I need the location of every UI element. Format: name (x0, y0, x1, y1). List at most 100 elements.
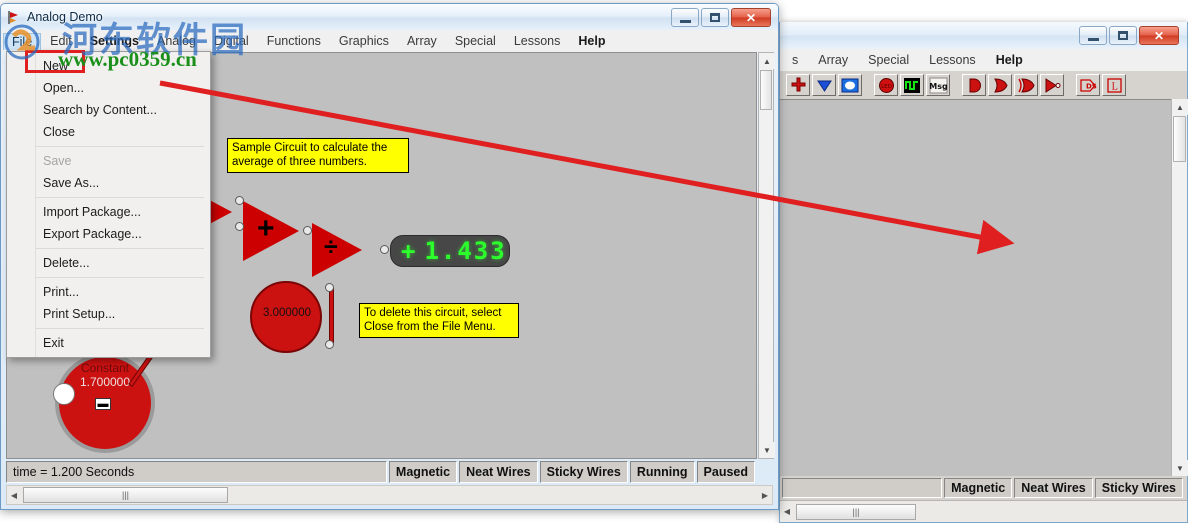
analog-demo-window[interactable]: Analog Demo ✕ File Edit Settings Analog … (0, 3, 779, 510)
main-menubar[interactable]: File Edit Settings Analog Digital Functi… (1, 30, 778, 52)
scroll-up-icon[interactable]: ▲ (759, 53, 775, 69)
menu-item-help[interactable]: Help (986, 51, 1033, 69)
dial-handle[interactable] (53, 383, 75, 405)
scroll-down-icon[interactable]: ▼ (759, 442, 775, 458)
close-button[interactable]: ✕ (1139, 26, 1179, 45)
scroll-up-icon[interactable]: ▲ (1172, 99, 1188, 115)
menu-item-exit[interactable]: Exit (7, 332, 210, 354)
timing-icon[interactable] (900, 74, 924, 96)
display-icon[interactable] (838, 74, 862, 96)
menu-item-file[interactable]: File (3, 32, 42, 50)
status-cell-paused[interactable]: Paused (696, 461, 755, 483)
maximize-button[interactable] (1109, 26, 1137, 45)
menu-item-open[interactable]: Open... (7, 77, 210, 99)
sticky-note-delete-hint[interactable]: To delete this circuit, select Close fro… (359, 303, 519, 338)
menu-item-settings[interactable]: Settings (81, 32, 148, 50)
scrollbar-thumb[interactable] (760, 70, 772, 110)
connector-port[interactable] (325, 283, 334, 292)
close-button[interactable]: ✕ (731, 8, 771, 27)
play-flag-icon (7, 10, 22, 25)
note-line-2: Close from the File Menu. (364, 321, 496, 333)
numeric-display[interactable]: + 1.433 (390, 235, 510, 267)
connector-port[interactable] (235, 196, 244, 205)
file-menu-dropdown[interactable]: New Open... Search by Content... Close S… (6, 51, 211, 358)
maximize-button[interactable] (701, 8, 729, 27)
add-icon[interactable] (786, 74, 810, 96)
status-cell-magnetic[interactable]: Magnetic (388, 461, 458, 483)
background-window-controls[interactable]: ✕ (1079, 26, 1179, 45)
background-menubar[interactable]: s Array Special Lessons Help (780, 49, 1187, 71)
menu-item-close[interactable]: Close (7, 121, 210, 143)
scrollbar-thumb[interactable] (1173, 116, 1186, 162)
or-gate-icon[interactable] (1014, 74, 1038, 96)
menu-separator (36, 277, 204, 278)
hscrollbar-thumb[interactable]: ||| (796, 503, 916, 520)
window-controls[interactable]: ✕ (671, 8, 771, 27)
not-gate-icon[interactable] (1040, 74, 1064, 96)
background-horizontal-scrollbar[interactable]: ◀ ||| (780, 500, 1187, 522)
background-toolbar[interactable]: LED Msg DS L (780, 71, 1187, 99)
buffer-gate-icon[interactable] (962, 74, 986, 96)
dial-decrement-button[interactable]: ▬ (95, 398, 111, 410)
connector-port[interactable] (303, 226, 312, 235)
wire-segment[interactable] (329, 288, 334, 343)
scroll-left-icon[interactable]: ◀ (7, 491, 21, 500)
menu-item-print-setup[interactable]: Print Setup... (7, 303, 210, 325)
menu-item-search-by-content[interactable]: Search by Content... (7, 99, 210, 121)
minimize-button[interactable] (1079, 26, 1107, 45)
status-cell-magnetic[interactable]: Magnetic (944, 478, 1013, 498)
status-cell-sticky-wires[interactable]: Sticky Wires (1094, 478, 1183, 498)
menu-item-delete[interactable]: Delete... (7, 252, 210, 274)
message-icon[interactable]: Msg (926, 74, 950, 96)
connector-port[interactable] (235, 222, 244, 231)
connector-port[interactable] (380, 245, 389, 254)
connector-port[interactable] (325, 340, 334, 349)
sticky-note-description[interactable]: Sample Circuit to calculate the average … (227, 138, 409, 173)
triangle-down-icon[interactable] (812, 74, 836, 96)
menu-item-truncated[interactable]: s (782, 51, 808, 69)
menu-item-array[interactable]: Array (398, 32, 446, 50)
scroll-left-icon[interactable]: ◀ (780, 507, 794, 516)
note-line-2: average of three numbers. (232, 156, 367, 168)
menu-item-export-package[interactable]: Export Package... (7, 223, 210, 245)
minimize-button[interactable] (671, 8, 699, 27)
status-cell-sticky-wires[interactable]: Sticky Wires (539, 461, 628, 483)
menu-item-lessons[interactable]: Lessons (919, 51, 986, 69)
annotation-highlight-box (25, 50, 85, 73)
status-cell-running[interactable]: Running (629, 461, 695, 483)
menu-item-graphics[interactable]: Graphics (330, 32, 398, 50)
canvas-horizontal-scrollbar[interactable]: ◀ ||| ▶ (6, 485, 773, 505)
svg-text:L: L (1111, 82, 1117, 92)
svg-text:LED: LED (881, 84, 892, 90)
background-window-titlebar[interactable]: ✕ (780, 22, 1187, 49)
status-cell-neat-wires[interactable]: Neat Wires (1014, 478, 1093, 498)
background-window[interactable]: ✕ s Array Special Lessons Help LED Msg D… (779, 22, 1188, 523)
ds-icon[interactable]: DS (1076, 74, 1100, 96)
window-titlebar[interactable]: Analog Demo ✕ (1, 4, 778, 30)
scroll-right-icon[interactable]: ▶ (758, 491, 772, 500)
menu-item-analog[interactable]: Analog (148, 32, 205, 50)
canvas-vertical-scrollbar[interactable]: ▲ ▼ (758, 52, 775, 459)
menu-separator (36, 248, 204, 249)
menu-item-print[interactable]: Print... (7, 281, 210, 303)
menu-item-save-as[interactable]: Save As... (7, 172, 210, 194)
status-cell-neat-wires[interactable]: Neat Wires (459, 461, 538, 483)
hscrollbar-thumb[interactable]: ||| (23, 487, 228, 503)
led-icon[interactable]: LED (874, 74, 898, 96)
menu-item-lessons[interactable]: Lessons (505, 32, 570, 50)
background-canvas[interactable] (780, 99, 1187, 476)
menu-item-import-package[interactable]: Import Package... (7, 201, 210, 223)
menu-item-special[interactable]: Special (446, 32, 505, 50)
latch-icon[interactable]: L (1102, 74, 1126, 96)
menu-item-help[interactable]: Help (569, 32, 614, 50)
menu-item-functions[interactable]: Functions (258, 32, 330, 50)
svg-text:DS: DS (1086, 82, 1097, 90)
background-vertical-scrollbar[interactable]: ▲ ▼ (1171, 99, 1188, 476)
scroll-down-icon[interactable]: ▼ (1172, 460, 1188, 476)
menu-item-edit[interactable]: Edit (41, 32, 81, 50)
menu-item-array[interactable]: Array (808, 51, 858, 69)
menu-separator (36, 197, 204, 198)
and-gate-icon[interactable] (988, 74, 1012, 96)
menu-item-digital[interactable]: Digital (205, 32, 258, 50)
menu-item-special[interactable]: Special (858, 51, 919, 69)
